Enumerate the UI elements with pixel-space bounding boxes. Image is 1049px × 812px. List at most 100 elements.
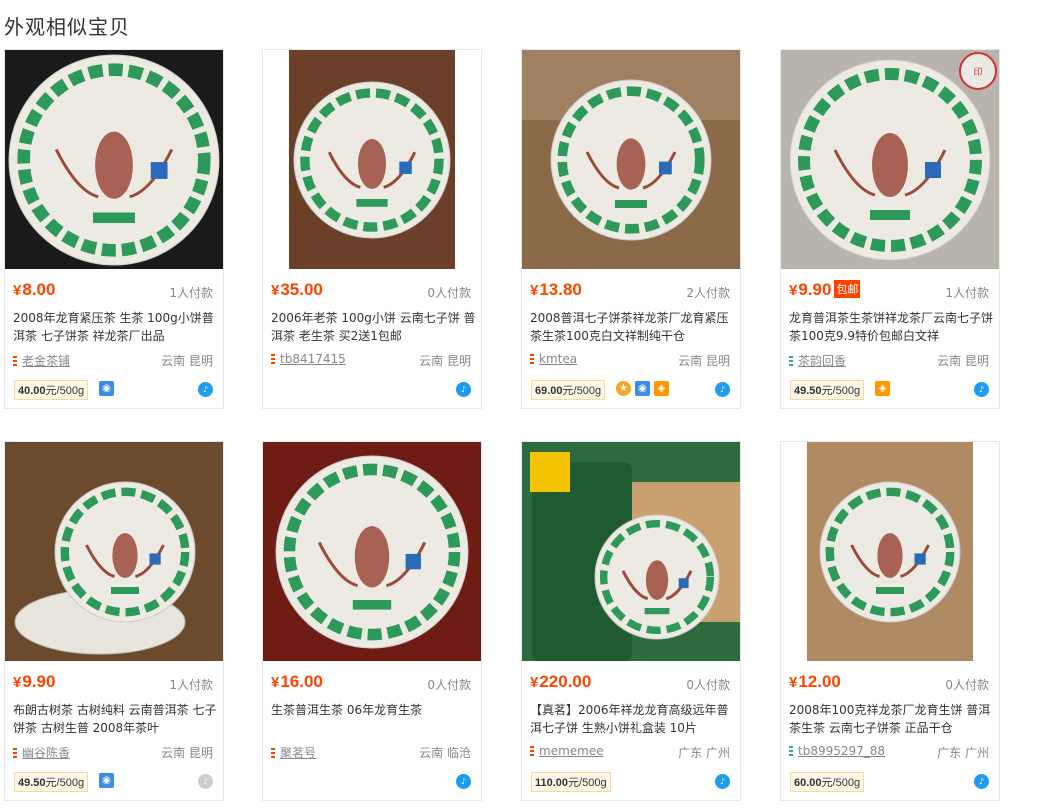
unit-price-tag: 49.50元/500g [14,772,89,792]
unit-price-value: 69.00 [535,385,563,397]
product-price: ¥9.90 [13,672,55,692]
unit-price-tag: 69.00元/500g [531,380,606,400]
blue-quality-icon[interactable]: ◉ [635,381,650,396]
shop-link[interactable]: 聚茗号 [271,744,316,761]
unit-price-value: 110.00 [535,777,569,789]
product-card[interactable]: 印 ¥9.90 包邮 1人付款 龙育普洱茶生茶饼祥龙茶厂云南七子饼茶100克9.9特价包… [780,49,1000,409]
shop-link[interactable]: mememee [530,744,604,758]
shop-name[interactable]: mememee [539,744,604,758]
shop-icon [271,354,275,364]
product-title-link[interactable]: 布朗古树茶 古树纯料 云南普洱茶 七子饼茶 古树生普 2008年茶叶 [13,701,219,737]
product-card[interactable]: ¥35.00 0人付款 2006年老茶 100g小饼 云南七子饼 普洱茶 老生茶 买… [262,49,482,409]
wangwang-online-icon[interactable]: ♪ [974,382,989,397]
sales-count: 0人付款 [945,678,989,692]
wangwang-online-icon[interactable]: ♪ [198,382,213,397]
product-title-link[interactable]: 2008年龙育紧压茶 生茶 100g小饼普洱茶 七子饼茶 祥龙茶厂出品 [13,309,219,345]
wangwang-online-icon[interactable]: ♪ [456,774,471,789]
shop-name[interactable]: 幽谷陈香 [22,744,70,761]
shop-icon [13,747,17,758]
product-card[interactable]: ¥16.00 0人付款 生茶普洱生茶 06年龙育生茶 聚茗号 云南 临沧 ♪ [262,441,482,801]
unit-price-unit: 元/500g [821,777,861,789]
shop-link[interactable]: kmtea [530,352,577,366]
sales-count: 0人付款 [427,286,471,300]
product-image[interactable] [5,50,223,269]
product-card[interactable]: ¥12.00 0人付款 2008年100克祥龙茶厂龙育生饼 普洱茶生茶 云南七子饼茶… [780,441,1000,801]
unit-price-tag: 60.00元/500g [790,772,865,792]
yen-symbol: ¥ [13,674,22,691]
unit-price-tag: 110.00元/500g [531,772,611,792]
sales-count: 1人付款 [945,286,989,300]
price-value: 9.90 [798,280,832,299]
sales-count: 0人付款 [686,678,730,692]
unit-price-value: 40.00 [18,385,46,397]
blue-quality-icon[interactable]: ◉ [99,773,114,788]
shop-link[interactable]: tb8995297_88 [789,744,885,758]
price-value: 35.00 [280,280,323,299]
sales-count: 2人付款 [686,286,730,300]
seller-location: 云南 昆明 [678,354,730,368]
wangwang-online-icon[interactable]: ♪ [456,382,471,397]
price-value: 13.80 [539,280,582,299]
seller-location: 云南 昆明 [937,354,989,368]
product-card[interactable]: ¥220.00 0人付款【真茗】2006年祥龙龙育高级远年普洱七子饼 生熟小饼礼盒… [521,441,741,801]
seal-stamp-icon: 印 [959,52,997,90]
unit-price-unit: 元/500g [568,777,607,789]
product-price: ¥220.00 [530,672,591,692]
product-image[interactable] [263,50,481,269]
product-image[interactable] [522,50,740,269]
blue-quality-icon[interactable]: ◉ [99,381,114,396]
product-card[interactable]: ¥13.80 2人付款 2008普洱七子饼茶祥龙茶厂龙育紧压茶生茶100克白文祥制纯… [521,49,741,409]
sales-count: 0人付款 [427,678,471,692]
seller-location: 云南 昆明 [161,746,213,760]
orange-shield-icon[interactable]: ◈ [875,381,890,396]
product-title-link[interactable]: 2006年老茶 100g小饼 云南七子饼 普洱茶 老生茶 买2送1包邮 [271,309,477,345]
unit-price-tag: 40.00元/500g [14,380,89,400]
product-image[interactable] [263,442,481,661]
shop-name[interactable]: tb8995297_88 [798,744,885,758]
shop-link[interactable]: 茶韵回香 [789,352,846,369]
shop-name[interactable]: 聚茗号 [280,744,316,761]
shop-name[interactable]: tb8417415 [280,352,346,366]
shop-name[interactable]: 老金茶铺 [22,352,70,369]
product-image[interactable] [781,442,999,661]
product-title-link[interactable]: 2008普洱七子饼茶祥龙茶厂龙育紧压茶生茶100克白文祥制纯干仓 [530,309,736,345]
service-badges: ◉ [99,773,114,788]
shop-link[interactable]: tb8417415 [271,352,346,366]
shop-link[interactable]: 老金茶铺 [13,352,70,369]
service-badges: ★ ◉ ◈ [616,381,669,396]
product-image[interactable] [522,442,740,661]
product-price: ¥16.00 [271,672,323,692]
product-price: ¥35.00 [271,280,323,300]
product-image[interactable]: 印 [781,50,999,269]
shop-link[interactable]: 幽谷陈香 [13,744,70,761]
product-title-link[interactable]: 2008年100克祥龙茶厂龙育生饼 普洱茶生茶 云南七子饼茶 正品干仓 [789,701,995,737]
wangwang-online-icon[interactable]: ♪ [715,774,730,789]
product-title-link[interactable]: 龙育普洱茶生茶饼祥龙茶厂云南七子饼茶100克9.9特价包邮白文祥 [789,309,995,345]
unit-price-unit: 元/500g [45,777,85,789]
product-title-link[interactable]: 生茶普洱生茶 06年龙育生茶 [271,701,477,719]
orange-shield-icon[interactable]: ◈ [654,381,669,396]
shop-icon [530,746,534,756]
gold-medal-icon[interactable]: ★ [616,381,631,396]
product-card[interactable]: ¥9.90 1人付款 布朗古树茶 古树纯料 云南普洱茶 七子饼茶 古树生普 2008… [4,441,224,801]
wangwang-online-icon[interactable]: ♪ [715,382,730,397]
yen-symbol: ¥ [530,674,539,691]
shop-name[interactable]: 茶韵回香 [798,352,846,369]
shop-name[interactable]: kmtea [539,352,577,366]
unit-price-value: 60.00 [794,777,822,789]
seller-location: 广东 广州 [678,746,730,760]
free-shipping-badge: 包邮 [834,280,861,298]
shop-icon [530,354,534,364]
shop-icon [789,355,793,366]
unit-price-value: 49.50 [18,777,46,789]
yen-symbol: ¥ [789,674,798,691]
price-value: 9.90 [22,672,56,691]
product-title-link[interactable]: 【真茗】2006年祥龙龙育高级远年普洱七子饼 生熟小饼礼盒装 10片 [530,701,736,737]
shop-icon [271,747,275,758]
product-price: ¥13.80 [530,280,582,300]
product-image[interactable] [5,442,223,661]
product-card[interactable]: ¥8.00 1人付款 2008年龙育紧压茶 生茶 100g小饼普洱茶 七子饼茶 祥龙… [4,49,224,409]
wangwang-online-icon[interactable]: ♪ [974,774,989,789]
wangwang-offline-icon[interactable]: ♪ [198,774,213,789]
yen-symbol: ¥ [271,282,280,299]
